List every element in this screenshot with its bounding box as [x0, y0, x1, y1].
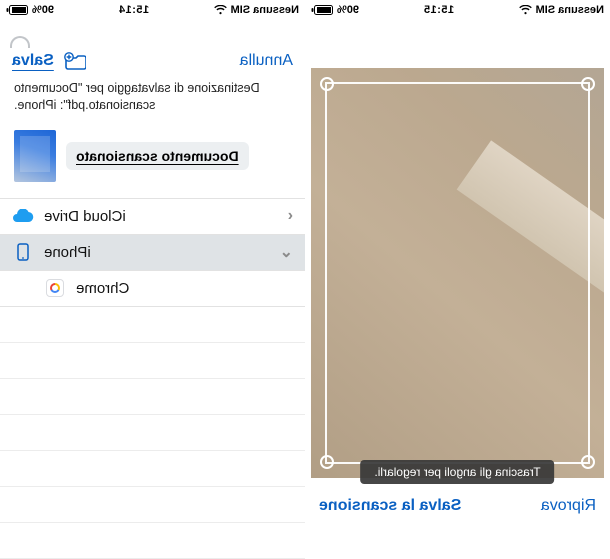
hint-tooltip: Trascina gli angoli per regolarli. [360, 460, 554, 484]
status-bar: Nessuna SIM 15:15 90% [305, 0, 610, 20]
crop-handle-tl[interactable] [581, 77, 595, 91]
chevron-left-icon: ‹ [288, 207, 293, 225]
list-item [0, 415, 305, 451]
retry-button[interactable]: Riprova [541, 497, 596, 515]
crop-handle-bl[interactable] [581, 455, 595, 469]
crop-handle-br[interactable] [320, 455, 334, 469]
battery-percent: 90% [32, 4, 54, 16]
wifi-icon [214, 5, 227, 15]
cloud-icon [12, 209, 34, 223]
location-label: iPhone [44, 244, 91, 261]
location-list: ‹ iCloud Drive ⌄ iPhone Chrome [0, 198, 305, 559]
carrier-label: Nessuna SIM [536, 4, 604, 16]
list-item [0, 307, 305, 343]
save-button[interactable]: Salva [12, 52, 54, 70]
list-item [0, 451, 305, 487]
list-item [0, 379, 305, 415]
location-row-icloud[interactable]: ‹ iCloud Drive [0, 199, 305, 235]
battery-percent: 90% [337, 4, 359, 16]
filename-field[interactable]: Documento scansionato [66, 142, 249, 170]
chevron-down-icon: ⌄ [280, 242, 293, 262]
cancel-button[interactable]: Annulla [240, 52, 293, 70]
location-label: iCloud Drive [44, 208, 126, 225]
destination-text-1: Destinazione di salvataggio per "Documen… [14, 80, 291, 97]
filename-text: Documento scansionato [76, 148, 239, 164]
status-bar: Nessuna SIM 15:14 90% [0, 0, 305, 20]
new-folder-button[interactable] [64, 52, 86, 70]
wifi-icon [519, 5, 532, 15]
list-item [0, 487, 305, 523]
battery-icon [6, 5, 28, 15]
phone-icon [12, 243, 34, 261]
status-time: 15:15 [423, 4, 454, 16]
location-row-iphone[interactable]: ⌄ iPhone [0, 235, 305, 271]
chrome-icon [44, 279, 66, 297]
list-item [0, 523, 305, 559]
status-time: 15:14 [118, 4, 149, 16]
document-thumbnail[interactable] [14, 130, 56, 182]
save-dialog-panel: Nessuna SIM 15:14 90% Annulla Salva Dest… [0, 0, 305, 542]
scan-preview[interactable] [311, 68, 604, 478]
carrier-label: Nessuna SIM [231, 4, 299, 16]
save-scan-button[interactable]: Salva la scansione [319, 497, 461, 515]
destination-text-2: scansionato.pdf": iPhone. [14, 97, 291, 114]
location-label: Chrome [76, 280, 129, 297]
sheet-grabber-area [0, 20, 305, 48]
battery-icon [311, 5, 333, 15]
location-row-chrome[interactable]: Chrome [0, 271, 305, 307]
crop-frame[interactable] [325, 82, 590, 464]
crop-handle-tr[interactable] [320, 77, 334, 91]
loading-spinner [10, 36, 30, 48]
list-item [0, 343, 305, 379]
scan-panel: Nessuna SIM 15:15 90% Trascina gli angol… [305, 0, 610, 542]
